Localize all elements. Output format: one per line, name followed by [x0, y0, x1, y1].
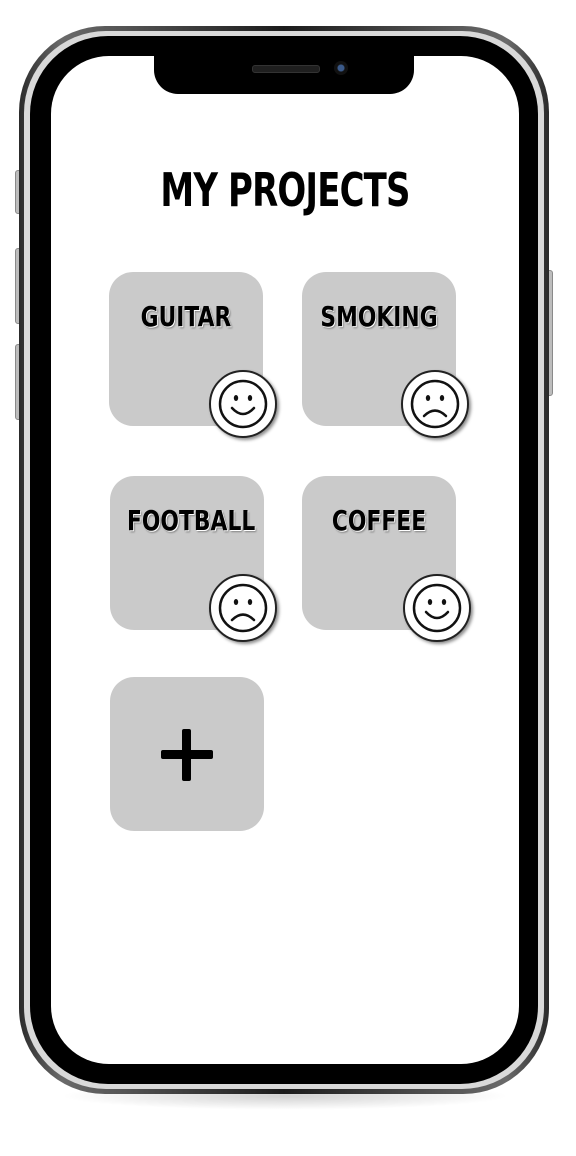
earpiece-speaker: [252, 65, 320, 73]
happy-face-icon[interactable]: [209, 370, 277, 438]
happy-face-icon[interactable]: [403, 574, 471, 642]
plus-icon-stem: [182, 729, 191, 781]
front-camera: [334, 61, 348, 75]
project-label: SMOKING: [320, 300, 438, 333]
sad-face-icon[interactable]: [401, 370, 469, 438]
page-title: MY PROJECTS: [160, 163, 410, 217]
add-project-button[interactable]: [110, 677, 264, 831]
project-label: GUITAR: [140, 300, 232, 333]
project-label: COFFEE: [331, 504, 427, 537]
project-label: FOOTBALL: [126, 504, 256, 537]
sad-face-icon[interactable]: [209, 574, 277, 642]
notch: [154, 52, 414, 94]
